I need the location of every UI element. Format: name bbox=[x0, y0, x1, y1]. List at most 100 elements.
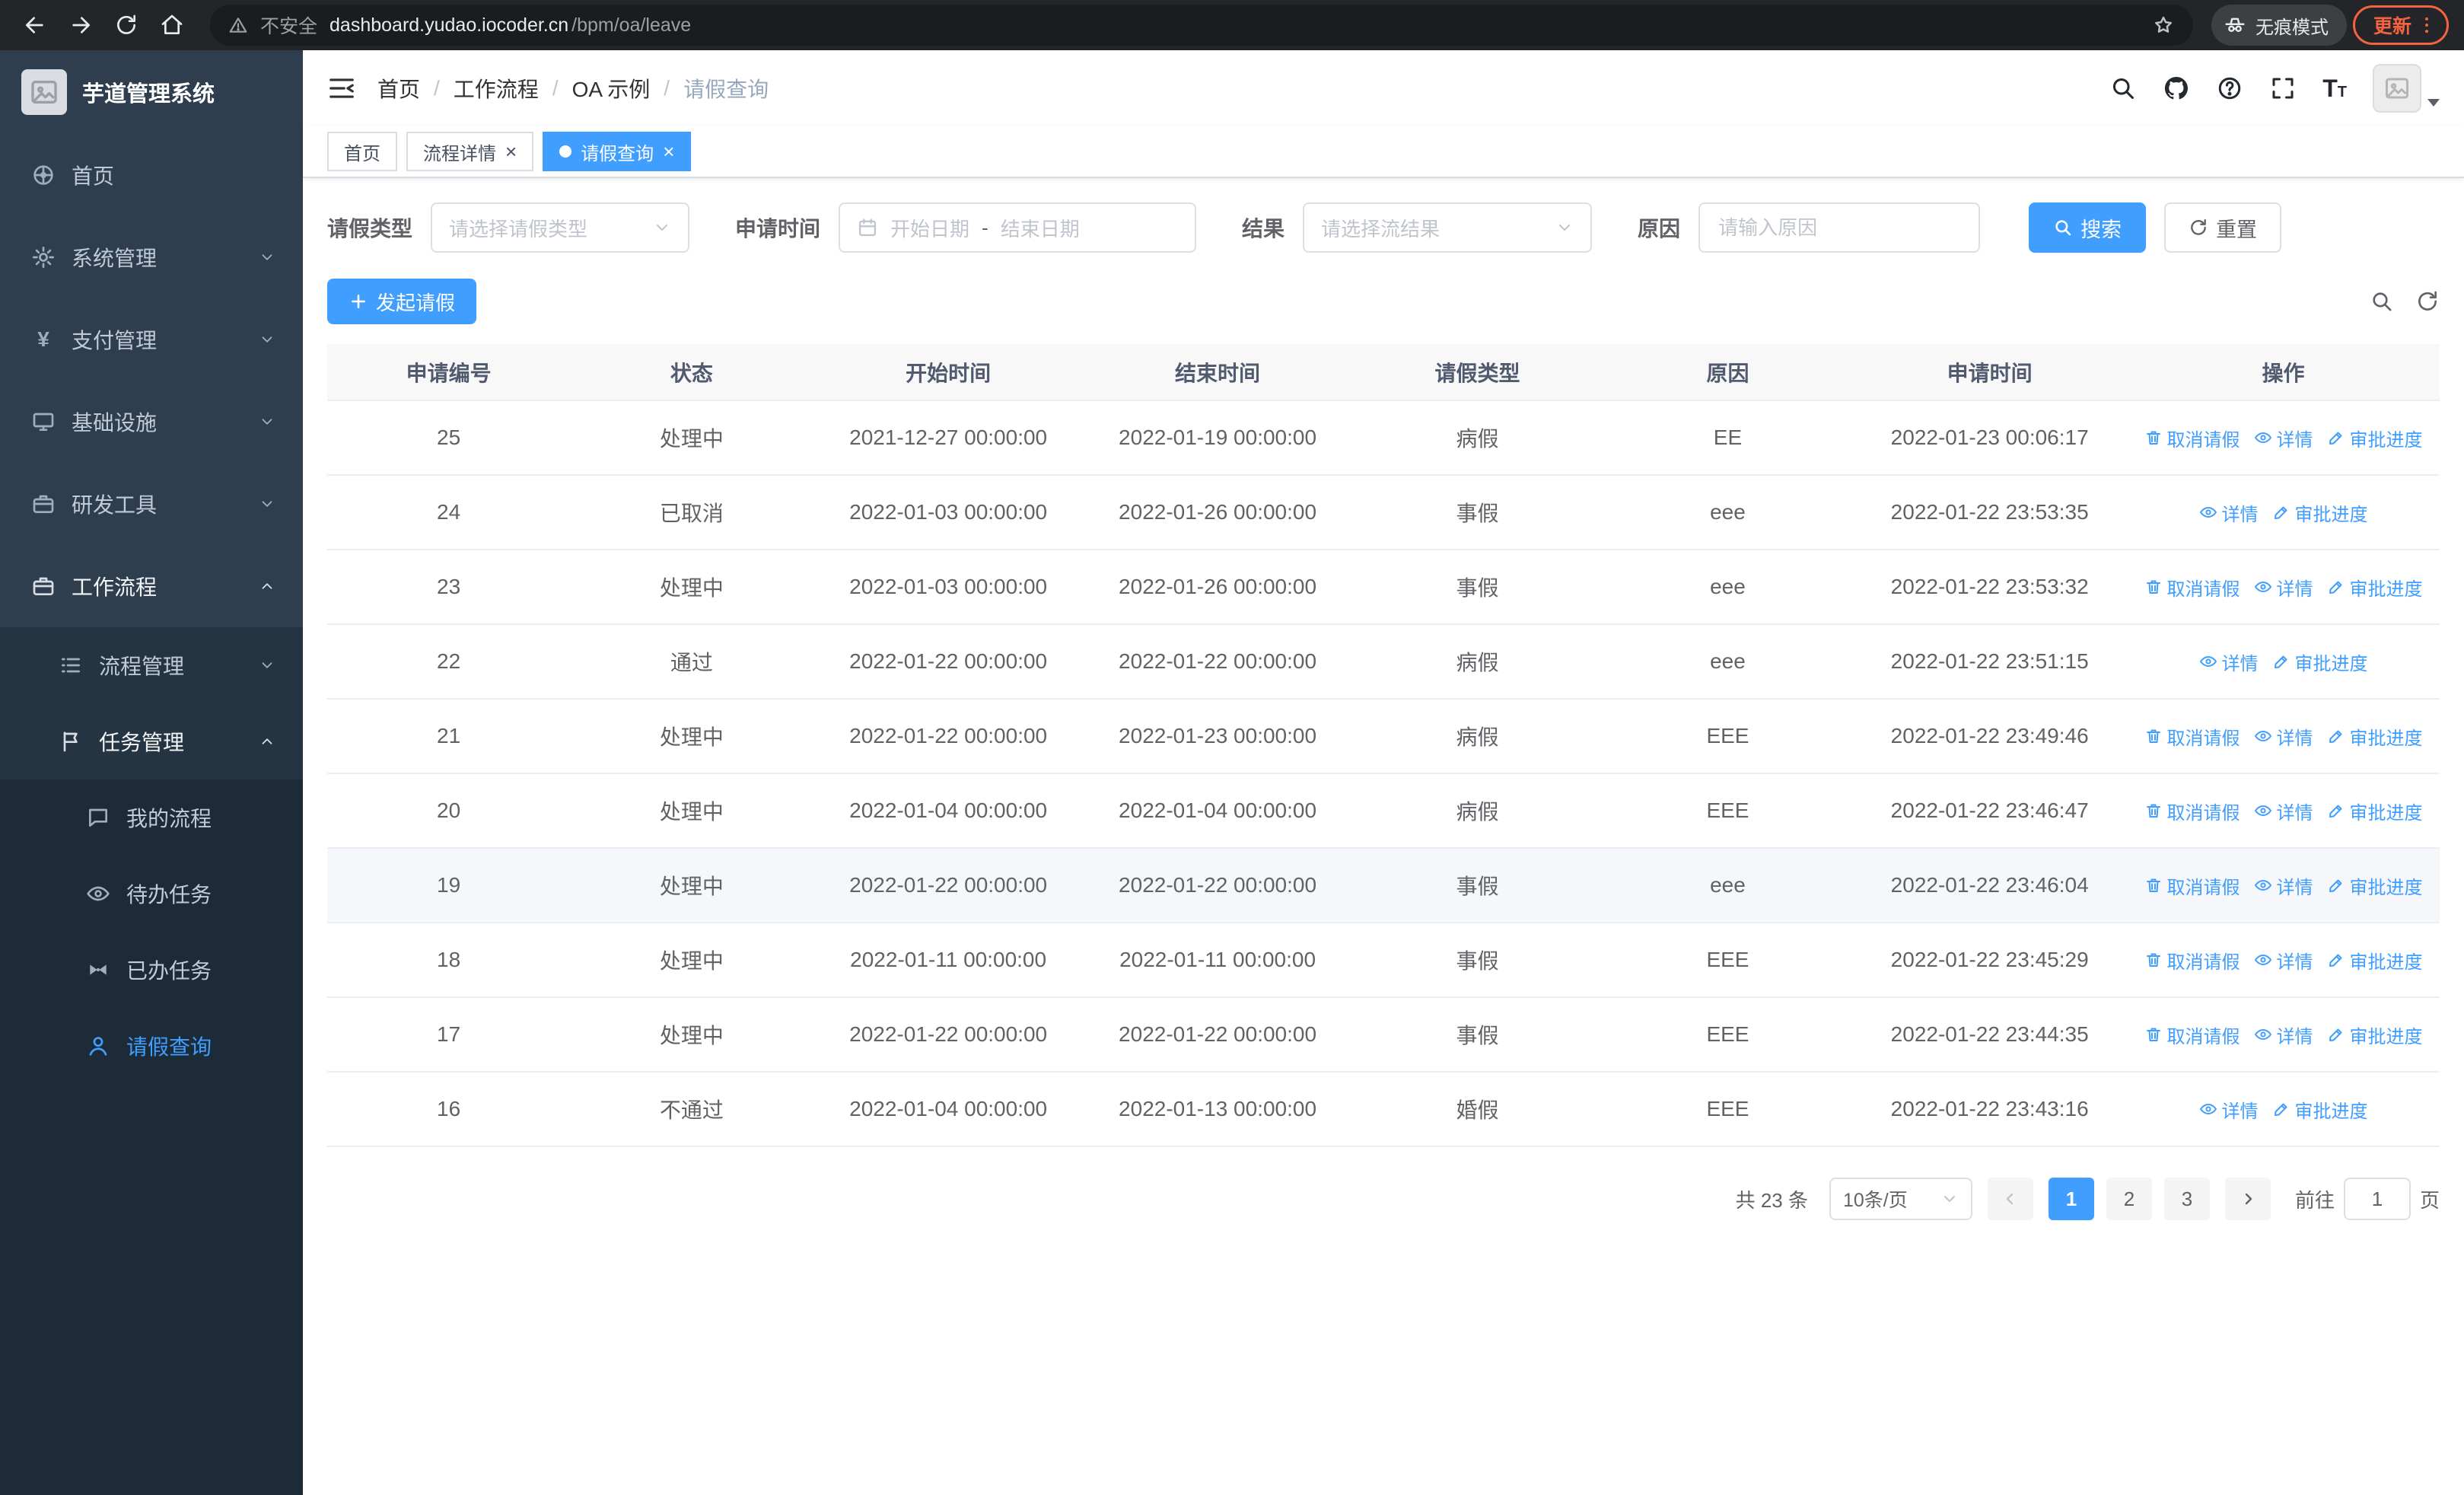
cancel-leave-link[interactable]: 取消请假 bbox=[2144, 947, 2240, 974]
apply-time-range-picker[interactable]: 开始日期 - 结束日期 bbox=[839, 202, 1197, 253]
sidebar-item-home[interactable]: 首页 bbox=[0, 134, 303, 216]
breadcrumb-item[interactable]: 工作流程 bbox=[454, 73, 539, 104]
create-leave-button[interactable]: 发起请假 bbox=[327, 279, 477, 324]
detail-link[interactable]: 详情 bbox=[2254, 1022, 2313, 1048]
kebab-menu-icon[interactable] bbox=[2416, 14, 2437, 36]
cell-start-time: 2022-01-22 00:00:00 bbox=[813, 624, 1084, 700]
progress-link[interactable]: 审批进度 bbox=[2327, 947, 2423, 974]
sidebar-item-task-mgmt[interactable]: 任务管理 bbox=[0, 703, 303, 779]
page-button-1[interactable]: 1 bbox=[2048, 1178, 2094, 1220]
user-icon bbox=[85, 1033, 111, 1059]
refresh-table-button[interactable] bbox=[2415, 289, 2440, 314]
page-button-2[interactable]: 2 bbox=[2106, 1178, 2152, 1220]
sidebar-item-label: 待办任务 bbox=[126, 883, 212, 907]
user-menu[interactable] bbox=[2373, 64, 2440, 113]
sidebar-item-todo-tasks[interactable]: 待办任务 bbox=[0, 856, 303, 932]
page-button-3[interactable]: 3 bbox=[2163, 1178, 2210, 1220]
github-button[interactable] bbox=[2163, 75, 2190, 102]
sidebar-item-system-mgmt[interactable]: 系统管理 bbox=[0, 216, 303, 298]
progress-link[interactable]: 审批进度 bbox=[2272, 1096, 2368, 1123]
close-icon[interactable]: × bbox=[505, 142, 517, 161]
page-size-select[interactable]: 10条/页 bbox=[1829, 1178, 1972, 1220]
sidebar-item-label: 已办任务 bbox=[126, 959, 212, 983]
url-bar[interactable]: 不安全 dashboard.yudao.iocoder.cn/bpm/oa/le… bbox=[210, 5, 2193, 46]
sidebar-collapse-button[interactable] bbox=[327, 74, 356, 103]
sidebar-item-leave-query[interactable]: 请假查询 bbox=[0, 1008, 303, 1084]
detail-link[interactable]: 详情 bbox=[2199, 1096, 2259, 1123]
tab-流程详情[interactable]: 流程详情 × bbox=[406, 132, 534, 171]
search-button[interactable]: 搜索 bbox=[2029, 202, 2147, 253]
header-search-button[interactable] bbox=[2109, 75, 2137, 102]
show-search-button[interactable] bbox=[2370, 289, 2394, 314]
navbar-actions: TT bbox=[2109, 64, 2440, 113]
leave-type-select[interactable]: 请选择请假类型 bbox=[431, 202, 690, 253]
sidebar-item-infrastructure[interactable]: 基础设施 bbox=[0, 381, 303, 463]
cell-operations: 详情 审批进度 bbox=[2127, 475, 2440, 550]
detail-link[interactable]: 详情 bbox=[2254, 425, 2313, 451]
cancel-leave-link[interactable]: 取消请假 bbox=[2144, 574, 2240, 601]
home-button[interactable] bbox=[152, 5, 192, 45]
progress-link[interactable]: 审批进度 bbox=[2327, 798, 2423, 824]
row-operations: 取消请假 详情 审批进度 bbox=[2127, 947, 2440, 974]
goto-page-input[interactable] bbox=[2343, 1178, 2411, 1220]
reason-input[interactable] bbox=[1698, 202, 1981, 253]
detail-link[interactable]: 详情 bbox=[2254, 798, 2313, 824]
row-operations: 取消请假 详情 审批进度 bbox=[2127, 872, 2440, 899]
next-page-button[interactable] bbox=[2224, 1178, 2271, 1220]
sidebar-item-label: 研发工具 bbox=[72, 493, 158, 517]
pagination: 共 23 条 10条/页 123 前往 页 bbox=[327, 1178, 2440, 1220]
detail-link[interactable]: 详情 bbox=[2254, 574, 2313, 601]
page-content: 请假类型 请选择请假类型 申请时间 开始日期 - 结束日期 结果 请选择流结果 bbox=[303, 178, 2464, 1495]
app-logo[interactable]: 芋道管理系统 bbox=[0, 50, 303, 134]
detail-link[interactable]: 详情 bbox=[2254, 723, 2313, 750]
github-icon bbox=[2163, 75, 2190, 102]
cancel-leave-link[interactable]: 取消请假 bbox=[2144, 723, 2240, 750]
progress-link[interactable]: 审批进度 bbox=[2272, 499, 2368, 526]
table-row: 19 处理中 2022-01-22 00:00:00 2022-01-22 00:00… bbox=[327, 848, 2440, 923]
forward-button[interactable] bbox=[61, 5, 100, 45]
prev-page-button[interactable] bbox=[1987, 1178, 2033, 1220]
close-icon[interactable]: × bbox=[663, 142, 674, 161]
detail-link[interactable]: 详情 bbox=[2254, 872, 2313, 899]
sidebar-item-dev-tools[interactable]: 研发工具 bbox=[0, 463, 303, 545]
sidebar-item-my-processes[interactable]: 我的流程 bbox=[0, 779, 303, 856]
sidebar-item-process-mgmt[interactable]: 流程管理 bbox=[0, 627, 303, 703]
cell-status: 处理中 bbox=[570, 773, 813, 849]
detail-link[interactable]: 详情 bbox=[2199, 649, 2259, 675]
progress-link[interactable]: 审批进度 bbox=[2327, 723, 2423, 750]
font-size-button[interactable]: TT bbox=[2322, 76, 2347, 100]
tab-首页[interactable]: 首页 bbox=[327, 132, 397, 171]
cancel-leave-link[interactable]: 取消请假 bbox=[2144, 798, 2240, 824]
back-button[interactable] bbox=[15, 5, 55, 45]
fullscreen-button[interactable] bbox=[2269, 75, 2297, 102]
pen-icon bbox=[2327, 1025, 2345, 1044]
cell-operations: 取消请假 详情 审批进度 bbox=[2127, 699, 2440, 774]
detail-link[interactable]: 详情 bbox=[2199, 499, 2259, 526]
sidebar-item-payment-mgmt[interactable]: ¥ 支付管理 bbox=[0, 298, 303, 381]
eye-icon bbox=[2254, 1025, 2272, 1044]
pen-icon bbox=[2327, 429, 2345, 447]
progress-link[interactable]: 审批进度 bbox=[2272, 649, 2368, 675]
tab-请假查询[interactable]: 请假查询 × bbox=[543, 132, 692, 171]
goto-suffix: 页 bbox=[2419, 1188, 2440, 1212]
sidebar-item-done-tasks[interactable]: 已办任务 bbox=[0, 932, 303, 1008]
breadcrumb-item[interactable]: 首页 bbox=[377, 73, 420, 104]
reset-button[interactable]: 重置 bbox=[2164, 202, 2282, 253]
progress-link[interactable]: 审批进度 bbox=[2327, 425, 2423, 451]
breadcrumb-item[interactable]: OA 示例 bbox=[572, 73, 651, 104]
help-button[interactable] bbox=[2216, 75, 2243, 102]
sidebar-item-workflow[interactable]: 工作流程 bbox=[0, 545, 303, 627]
progress-link[interactable]: 审批进度 bbox=[2327, 574, 2423, 601]
progress-link[interactable]: 审批进度 bbox=[2327, 1022, 2423, 1048]
update-button[interactable]: 更新 bbox=[2352, 5, 2449, 45]
op-label: 审批进度 bbox=[2349, 802, 2423, 824]
bookmark-star-icon[interactable] bbox=[2152, 14, 2175, 37]
cancel-leave-link[interactable]: 取消请假 bbox=[2144, 872, 2240, 899]
progress-link[interactable]: 审批进度 bbox=[2327, 872, 2423, 899]
cancel-leave-link[interactable]: 取消请假 bbox=[2144, 1022, 2240, 1048]
detail-link[interactable]: 详情 bbox=[2254, 947, 2313, 974]
reload-button[interactable] bbox=[107, 5, 146, 45]
cancel-leave-link[interactable]: 取消请假 bbox=[2144, 425, 2240, 451]
sidebar-item-label: 首页 bbox=[72, 164, 115, 188]
result-select[interactable]: 请选择流结果 bbox=[1303, 202, 1593, 253]
